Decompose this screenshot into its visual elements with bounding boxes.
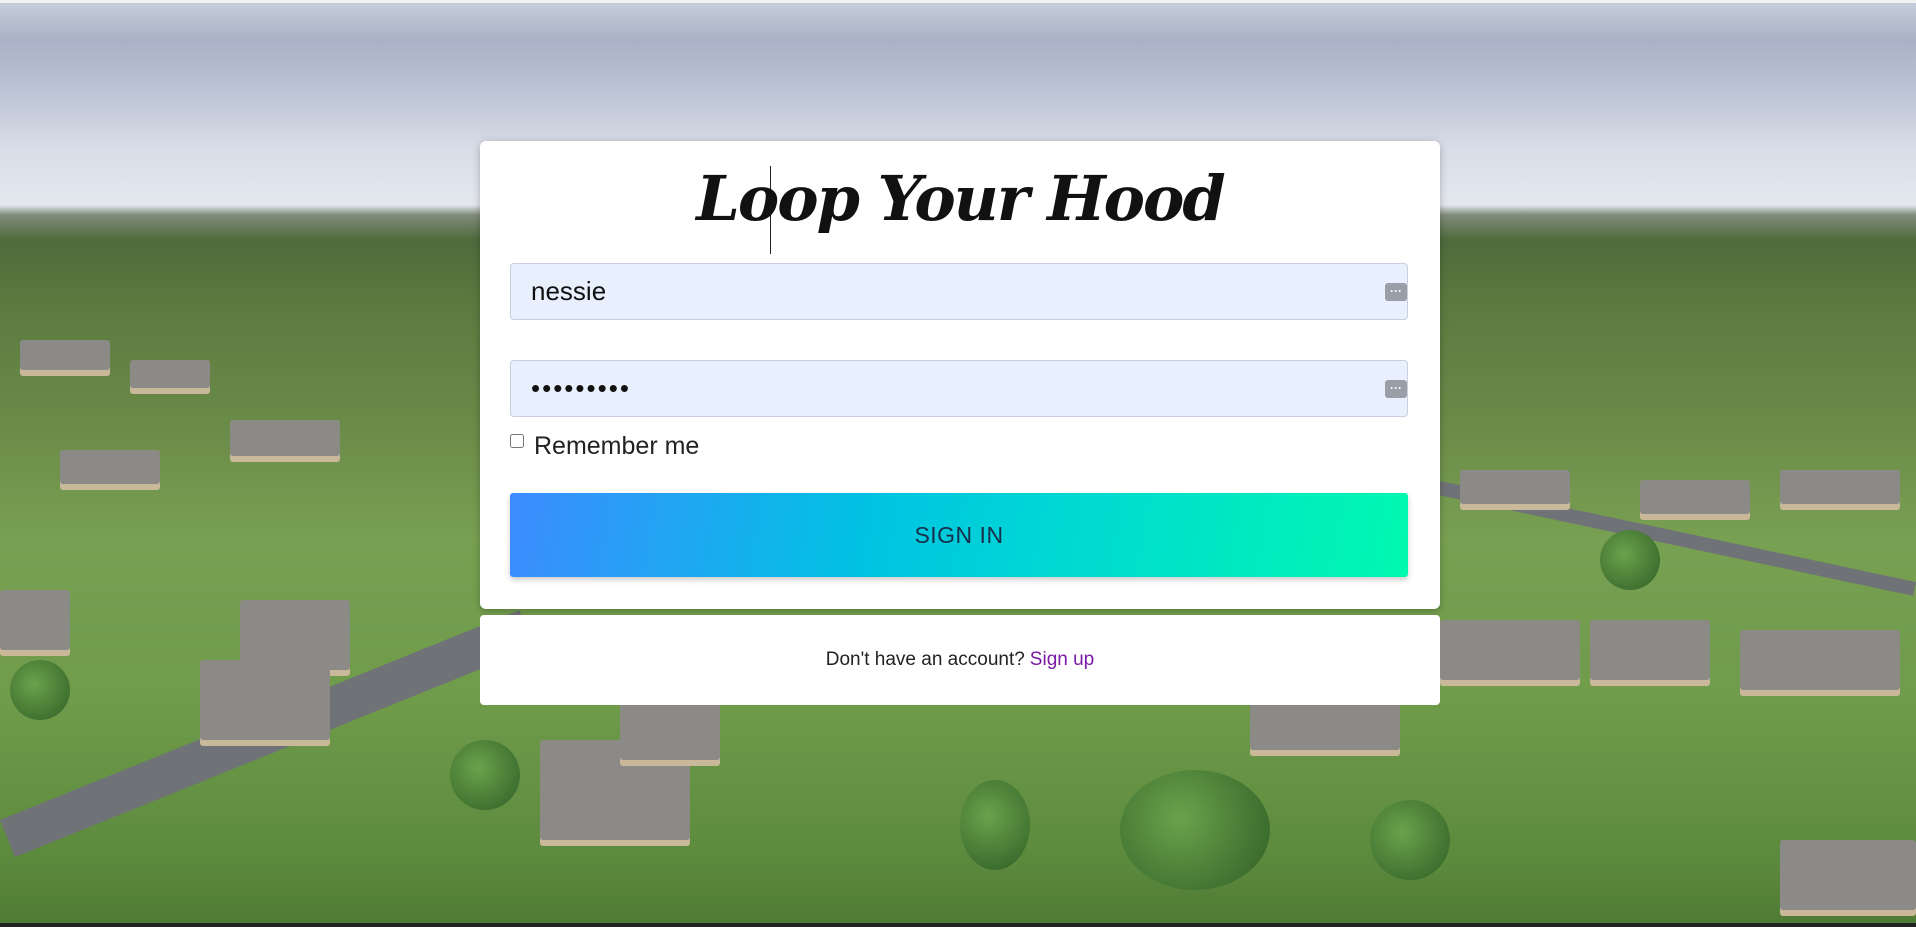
sign-in-button[interactable]: SIGN IN <box>510 493 1408 577</box>
signup-card: Don't have an account? Sign up <box>480 615 1440 705</box>
window-top-edge <box>0 0 1916 3</box>
sign-up-link[interactable]: Sign up <box>1030 649 1094 671</box>
login-card: Loop Your Hood ··· ··· Remember me SIGN … <box>480 141 1440 609</box>
more-dots-icon[interactable]: ··· <box>1385 380 1407 398</box>
remember-me-row[interactable]: Remember me <box>510 432 699 461</box>
more-dots-icon[interactable]: ··· <box>1385 283 1407 301</box>
brand-title: Loop Your Hood <box>696 162 1225 235</box>
remember-me-label: Remember me <box>534 432 700 460</box>
username-field[interactable] <box>510 263 1408 320</box>
signup-prompt: Don't have an account? <box>825 649 1025 670</box>
password-field[interactable] <box>510 360 1408 417</box>
remember-me-checkbox[interactable] <box>510 433 524 448</box>
window-bottom-edge <box>0 923 1916 927</box>
